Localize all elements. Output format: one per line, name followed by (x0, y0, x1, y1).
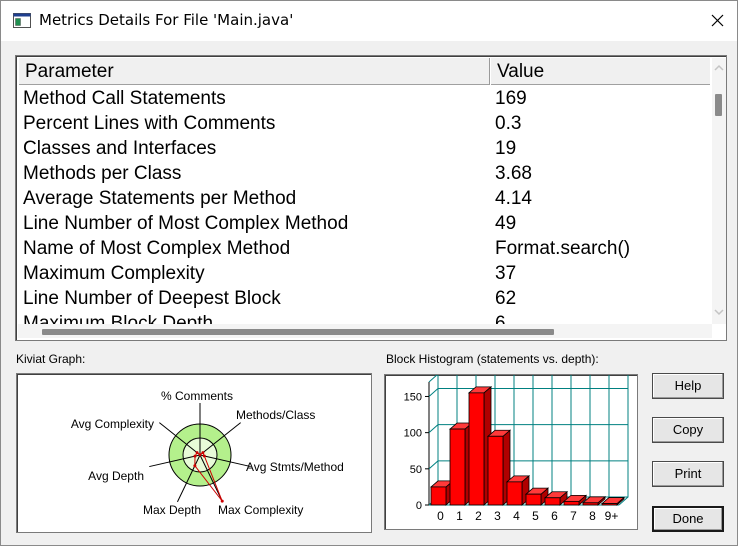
histogram-bar (506, 481, 523, 506)
window-title: Metrics Details For File 'Main.java' (39, 11, 294, 29)
row-value: 37 (495, 263, 517, 284)
row-parameter: Methods per Class (23, 163, 182, 184)
kiviat-point (198, 453, 202, 457)
histogram-x-tick-label: 8 (589, 509, 596, 523)
kiviat-point (201, 451, 205, 455)
histogram-x-tick-label: 7 (570, 509, 577, 523)
histogram-y-tick-label: 100 (404, 428, 422, 440)
row-parameter: Percent Lines with Comments (23, 113, 276, 134)
block-histogram: 0 50 100 150 0 1 2 3 4 5 6 7 8 9+ (384, 373, 638, 530)
close-button[interactable] (695, 1, 738, 41)
histogram-y-tick-label: 50 (410, 464, 422, 476)
row-parameter: Classes and Interfaces (23, 138, 217, 159)
horizontal-scrollbar[interactable] (18, 324, 712, 338)
close-icon (711, 14, 724, 27)
row-parameter: Method Call Statements (23, 88, 226, 109)
kiviat-axis-label: Max Complexity (218, 503, 303, 517)
kiviat-point (193, 454, 197, 458)
histogram-bar (468, 392, 485, 506)
row-value: 4.14 (495, 188, 532, 209)
histogram-bar (449, 428, 466, 506)
histogram-gridline (428, 460, 439, 470)
block-histogram-svg: 0501001500 1 2 3 4 5 6 7 8 9+ (404, 373, 629, 523)
table-row[interactable]: Maximum Complexity 37 (18, 261, 710, 286)
histogram-gridline (428, 424, 439, 434)
done-button[interactable]: Done (652, 506, 724, 532)
scroll-up-arrow-icon[interactable] (712, 60, 726, 76)
row-value: 0.3 (495, 113, 522, 134)
kiviat-graph: % Comments Methods/Class Avg Stmts/Method M… (16, 373, 372, 533)
window-app-icon (13, 13, 31, 28)
row-parameter: Average Statements per Method (23, 188, 297, 209)
kiviat-axis-label: Max Depth (143, 503, 201, 517)
column-header-value[interactable]: Value (490, 58, 710, 85)
kiviat-graph-svg: % CommentsMethods/Class Avg Stmts/Method M… (71, 389, 344, 517)
metrics-list[interactable]: Parameter Value Method Call Statements 16… (15, 55, 727, 341)
kiviat-axis-label: Methods/Class (236, 408, 315, 422)
histogram-gridline (428, 388, 439, 397)
histogram-x-tick-label: 2 (475, 509, 482, 523)
row-parameter: Maximum Block Depth (23, 313, 214, 324)
histogram-bar (430, 486, 447, 506)
list-header: Parameter Value (18, 58, 710, 85)
print-button[interactable]: Print (652, 461, 724, 487)
scroll-down-arrow-icon[interactable] (712, 304, 726, 320)
list-rows: Method Call Statements 169 Percent Lines … (18, 86, 710, 324)
help-button[interactable]: Help (652, 373, 724, 399)
kiviat-axis-label: % Comments (161, 389, 233, 403)
histogram-x-tick-label: 0 (437, 509, 444, 523)
row-parameter: Maximum Complexity (23, 263, 205, 284)
kiviat-point (202, 454, 206, 458)
histogram-x-tick-label: 3 (494, 509, 501, 523)
table-row[interactable]: Maximum Block Depth 6 (18, 311, 710, 324)
table-row[interactable]: Name of Most Complex Method Format.search… (18, 236, 710, 261)
kiviat-axis-label: Avg Complexity (71, 417, 154, 431)
histogram-x-tick-label: 5 (532, 509, 539, 523)
kiviat-point (195, 451, 199, 455)
table-row[interactable]: Line Number of Deepest Block 62 (18, 286, 710, 311)
copy-button[interactable]: Copy (652, 417, 724, 443)
histogram-bar (544, 497, 561, 506)
kiviat-axis-label: Avg Stmts/Method (246, 460, 344, 474)
block-histogram-label: Block Histogram (statements vs. depth): (386, 352, 599, 366)
histogram-x-tick-label: 9+ (605, 509, 619, 523)
histogram-y-tick-label: 0 (416, 500, 422, 512)
kiviat-axis-label: Avg Depth (88, 469, 144, 483)
kiviat-graph-label: Kiviat Graph: (16, 352, 86, 366)
title-bar: Metrics Details For File 'Main.java' (1, 1, 737, 41)
histogram-bar (582, 502, 599, 506)
row-value: 19 (495, 138, 517, 159)
histogram-bar (563, 500, 580, 506)
histogram-x-tick-label: 4 (513, 509, 520, 523)
column-header-parameter[interactable]: Parameter (18, 58, 490, 85)
table-row[interactable]: Percent Lines with Comments 0.3 (18, 111, 710, 136)
histogram-bar (601, 503, 618, 506)
row-value: 49 (495, 213, 517, 234)
histogram-bar (487, 435, 504, 506)
kiviat-point (193, 464, 197, 468)
row-parameter: Name of Most Complex Method (23, 238, 291, 259)
table-row[interactable]: Classes and Interfaces 19 (18, 136, 710, 161)
metrics-details-window: Metrics Details For File 'Main.java' Par… (0, 0, 738, 546)
row-value: Format.search() (495, 238, 631, 259)
vertical-scroll-thumb[interactable] (715, 94, 722, 116)
histogram-bar (525, 493, 542, 506)
horizontal-scroll-thumb[interactable] (42, 329, 554, 335)
histogram-x-tick-label: 6 (551, 509, 558, 523)
row-parameter: Line Number of Deepest Block (23, 288, 281, 309)
histogram-top-edge (428, 373, 439, 383)
row-value: 3.68 (495, 163, 532, 184)
row-value: 169 (495, 88, 527, 109)
table-row[interactable]: Average Statements per Method 4.14 (18, 186, 710, 211)
vertical-scrollbar[interactable] (712, 58, 726, 324)
table-row[interactable]: Methods per Class 3.68 (18, 161, 710, 186)
table-row[interactable]: Method Call Statements 169 (18, 86, 710, 111)
table-row[interactable]: Line Number of Most Complex Method 49 (18, 211, 710, 236)
row-parameter: Line Number of Most Complex Method (23, 213, 349, 234)
histogram-y-tick-label: 150 (404, 391, 422, 403)
histogram-x-tick-label: 1 (456, 509, 463, 523)
row-value: 62 (495, 288, 517, 309)
row-value: 6 (495, 313, 506, 324)
